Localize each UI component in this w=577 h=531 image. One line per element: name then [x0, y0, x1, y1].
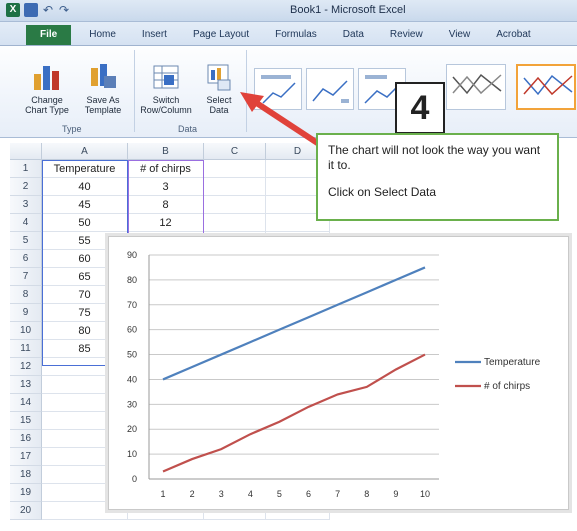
row-header[interactable]: 20	[10, 502, 42, 520]
group-label-type: Type	[62, 124, 82, 134]
row-header[interactable]: 16	[10, 430, 42, 448]
annotation-arrow	[240, 92, 327, 151]
chart-style-thumb-2[interactable]	[516, 64, 576, 110]
row-header[interactable]: 6	[10, 250, 42, 268]
y-tick-label: 20	[127, 424, 137, 434]
x-tick-label: 7	[335, 489, 340, 499]
y-tick-label: 80	[127, 275, 137, 285]
switch-row-column-label: Switch Row/Column	[140, 95, 192, 115]
y-tick-label: 50	[127, 350, 137, 360]
tab-acrobat[interactable]: Acrobat	[484, 25, 542, 45]
switch-row-column-icon	[151, 62, 181, 92]
tab-file[interactable]: File	[26, 25, 72, 45]
row-header[interactable]: 19	[10, 484, 42, 502]
row-header[interactable]: 9	[10, 304, 42, 322]
undo-icon[interactable]: ↶	[42, 3, 54, 17]
change-chart-type-label: Change Chart Type	[25, 95, 69, 115]
title-bar: X ↶ ↷ Book1 - Microsoft Excel	[0, 0, 577, 22]
y-tick-label: 70	[127, 300, 137, 310]
cell[interactable]	[204, 160, 266, 178]
x-tick-label: 4	[248, 489, 253, 499]
tab-insert[interactable]: Insert	[130, 25, 179, 45]
row-header[interactable]: 10	[10, 322, 42, 340]
row-header[interactable]: 1	[10, 160, 42, 178]
bar-chart-icon	[32, 62, 62, 92]
row-header[interactable]: 17	[10, 448, 42, 466]
legend-label: # of chirps	[484, 381, 530, 392]
column-header-b[interactable]: B	[128, 143, 204, 160]
y-tick-label: 40	[127, 374, 137, 384]
quick-access-toolbar: X ↶ ↷	[6, 3, 70, 17]
ribbon-tabs: File Home Insert Page Layout Formulas Da…	[0, 22, 577, 46]
template-icon	[88, 62, 118, 92]
tab-formulas[interactable]: Formulas	[263, 25, 329, 45]
save-as-template-button[interactable]: Save As Template	[78, 62, 128, 115]
switch-row-column-button[interactable]: Switch Row/Column	[138, 62, 194, 115]
cell[interactable]	[204, 214, 266, 232]
window-title: Book1 - Microsoft Excel	[290, 4, 406, 16]
tab-view[interactable]: View	[437, 25, 483, 45]
y-tick-label: 90	[127, 250, 137, 260]
legend-label: Temperature	[484, 357, 541, 368]
x-tick-label: 8	[364, 489, 369, 499]
change-chart-type-button[interactable]: Change Chart Type	[20, 62, 74, 115]
x-tick-label: 10	[420, 489, 430, 499]
row-header[interactable]: 13	[10, 376, 42, 394]
x-tick-label: 3	[219, 489, 224, 499]
excel-logo-icon[interactable]: X	[6, 3, 20, 17]
row-header[interactable]: 2	[10, 178, 42, 196]
chart-area[interactable]: 0 10 20 30 40 50 60 70 80 90 1 2 3 4 5 6 7 8 9 10 Temperatur…	[108, 236, 569, 510]
row-header[interactable]: 11	[10, 340, 42, 358]
series-line-1	[162, 266, 426, 381]
group-label-data: Data	[178, 124, 198, 134]
x-tick-label: 9	[393, 489, 398, 499]
tab-data[interactable]: Data	[331, 25, 376, 45]
save-icon[interactable]	[24, 3, 38, 17]
x-tick-label: 1	[160, 489, 165, 499]
y-tick-label: 0	[132, 474, 137, 484]
step-number: 4	[395, 82, 445, 134]
instruction-callout: The chart will not look the way you want…	[316, 133, 559, 221]
row-header[interactable]: 3	[10, 196, 42, 214]
callout-line-1: The chart will not look the way you want…	[328, 143, 541, 172]
group-separator	[134, 50, 135, 132]
y-tick-label: 60	[127, 325, 137, 335]
cell[interactable]	[204, 196, 266, 214]
save-as-template-label: Save As Template	[84, 95, 122, 115]
callout-line-2: Click on Select Data	[328, 185, 437, 199]
y-tick-label: 30	[127, 399, 137, 409]
row-header[interactable]: 4	[10, 214, 42, 232]
y-tick-label: 10	[127, 449, 137, 459]
row-header[interactable]: 8	[10, 286, 42, 304]
select-all-corner[interactable]	[10, 143, 42, 160]
row-header[interactable]: 14	[10, 394, 42, 412]
tab-page-layout[interactable]: Page Layout	[181, 25, 261, 45]
line-chart: 0 10 20 30 40 50 60 70 80 90 1 2 3 4 5 6 7 8 9 10 Temperatur…	[127, 250, 541, 499]
x-tick-label: 5	[277, 489, 282, 499]
redo-icon[interactable]: ↷	[58, 3, 70, 17]
row-header[interactable]: 15	[10, 412, 42, 430]
row-header[interactable]: 18	[10, 466, 42, 484]
chart-style-thumb-1[interactable]	[446, 64, 506, 110]
x-tick-label: 2	[190, 489, 195, 499]
cell[interactable]	[204, 178, 266, 196]
column-header-a[interactable]: A	[42, 143, 128, 160]
x-tick-label: 6	[306, 489, 311, 499]
row-header[interactable]: 7	[10, 268, 42, 286]
tab-review[interactable]: Review	[378, 25, 435, 45]
row-header[interactable]: 12	[10, 358, 42, 376]
row-header[interactable]: 5	[10, 232, 42, 250]
tab-home[interactable]: Home	[77, 25, 128, 45]
